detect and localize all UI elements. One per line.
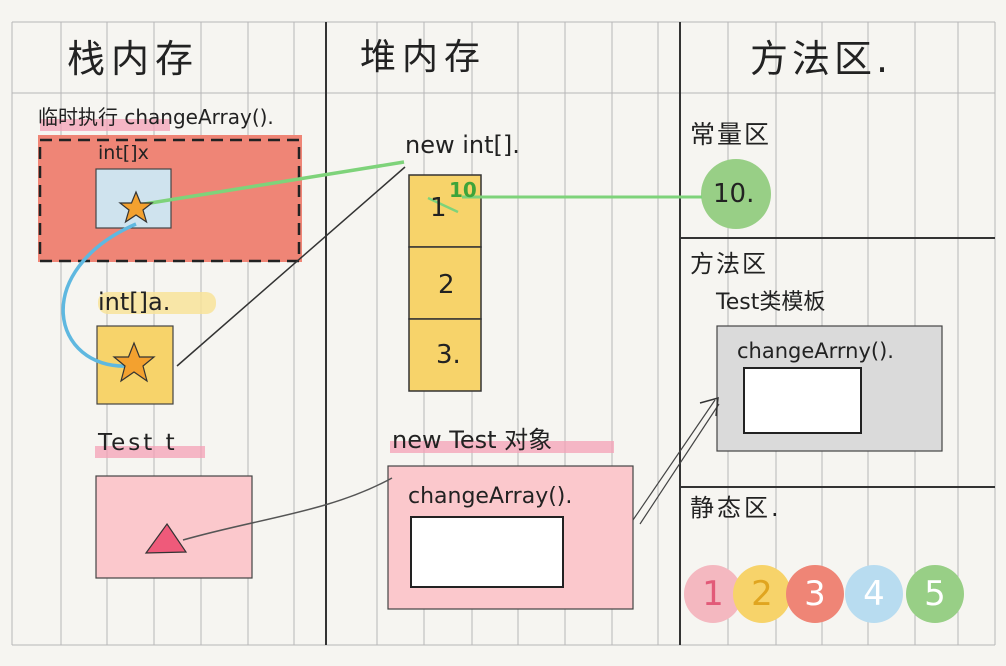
template-method-slot <box>743 367 862 434</box>
legend-label-5: 5 <box>924 574 946 614</box>
legend-label-2: 2 <box>751 574 773 614</box>
template-method-label: changeArrny(). <box>737 339 894 363</box>
test-object-label: new Test 对象 <box>392 426 553 454</box>
array-cell-0: 1 <box>430 193 447 223</box>
array-cell-1: 2 <box>438 270 455 300</box>
static-region-label: 静态区. <box>690 494 782 522</box>
var-t-box <box>95 475 253 579</box>
legend-item-2: 2 <box>733 565 791 623</box>
legend-item-3: 3 <box>786 565 844 623</box>
constant-pool-label: 常量区 <box>690 120 772 149</box>
legend-label-4: 4 <box>863 574 885 614</box>
legend-item-4: 4 <box>845 565 903 623</box>
constant-value: 10. <box>713 179 755 209</box>
var-a-label: int[]a. <box>98 288 171 316</box>
class-template-label: Test类模板 <box>716 290 826 315</box>
var-t-label: Test t <box>98 430 178 456</box>
array-label: new int[]. <box>405 131 520 159</box>
legend-item-5: 5 <box>906 565 964 623</box>
legend-label-3: 3 <box>804 574 826 614</box>
heap-title: 堆内存 <box>360 37 487 78</box>
stack-title: 栈内存 <box>67 37 200 81</box>
jvm-memory-diagram: 栈内存 堆内存 方法区. 临时执行 changeArray(). int[]x … <box>0 0 1006 666</box>
method-area-title: 方法区. <box>750 37 893 81</box>
arrowhead-to-template <box>699 396 719 417</box>
var-x-label: int[]x <box>98 142 149 164</box>
test-object-method-label: changeArray(). <box>408 484 573 509</box>
method-region-label: 方法区 <box>690 250 768 278</box>
array-cell-2: 3. <box>436 340 461 370</box>
legend: 1 2 3 4 5 <box>684 565 974 629</box>
stack-frame-label: 临时执行 changeArray(). <box>38 105 274 129</box>
array-overwrite-value: 10 <box>449 178 477 202</box>
test-object-method-slot <box>410 516 564 588</box>
